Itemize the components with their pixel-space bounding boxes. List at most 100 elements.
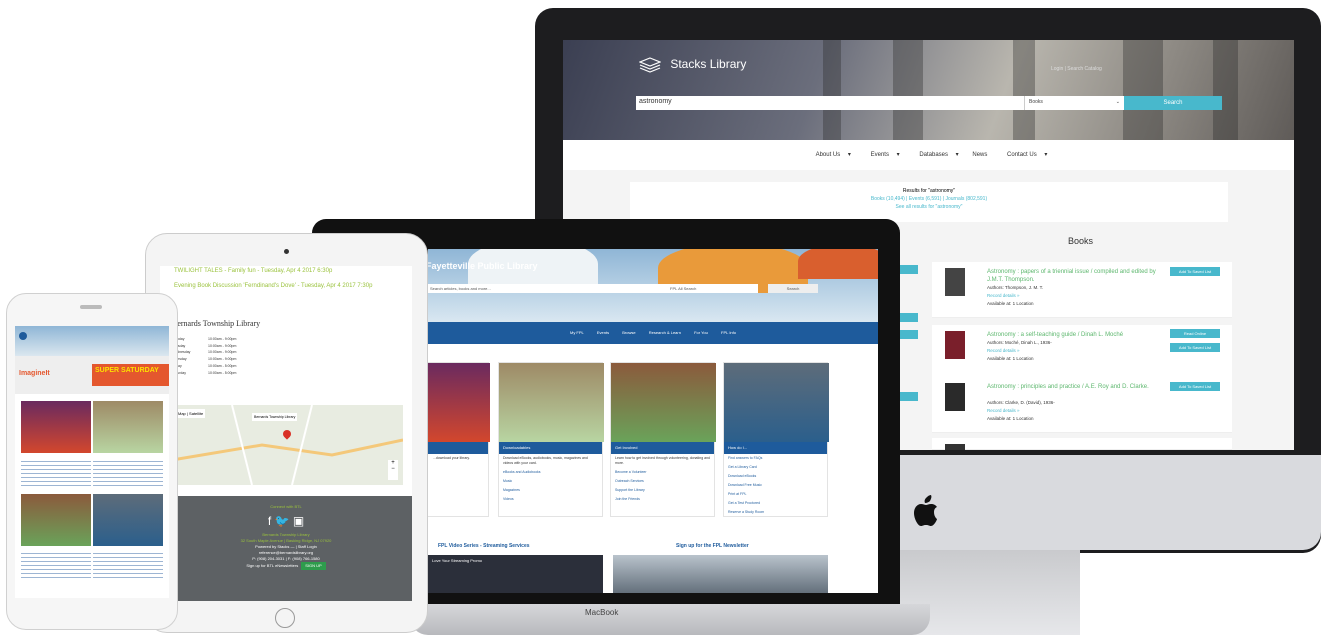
card-link[interactable]: Magazines [499,486,602,495]
record-details-link[interactable]: Record details » [987,293,1020,298]
card-link[interactable]: Find answers to FAQs [724,454,827,463]
book-cover[interactable] [945,331,965,359]
site-title[interactable]: Fayetteville Public Library [428,261,538,271]
newsletter-heading[interactable]: Sign up for the FPL Newsletter [676,543,749,549]
nav-fpl-info[interactable]: FPL Info [721,330,736,335]
book-cover[interactable] [945,268,965,296]
results-all-link[interactable]: See all results for "astronomy" [630,203,1228,211]
info-icon[interactable] [19,332,27,340]
book-cover[interactable] [945,383,965,411]
book-result: Astronomy : papers of a triennial issue … [932,262,1232,318]
search-scope-select[interactable]: FPL All Search [668,284,753,293]
hours-time: 10:00am - 9:00pm [208,343,237,348]
card-link[interactable]: Download Free Music [724,481,827,490]
card-text-lines [21,550,91,578]
nav-label: Contact Us [1007,152,1037,158]
ipad-camera [284,249,289,254]
instagram-icon[interactable]: ▣ [293,514,304,528]
card-link[interactable]: Get a Test Proctored [724,499,827,508]
video-caption: Love Your Streaming Promo [432,558,483,563]
library-name: Bernards Township Library [172,319,261,328]
card-link[interactable]: eBooks and Audiobooks [499,468,602,477]
video-player[interactable]: Love Your Streaming Promo [428,555,603,593]
card-link[interactable]: Join the Friends [611,495,714,504]
banner-text: SUPER SATURDAY [95,367,159,374]
video-heading: FPL Video Series - Streaming Services [438,543,530,549]
add-to-saved-list-button[interactable]: Add To Saved List [1170,267,1220,276]
card-link[interactable]: Download eBooks [724,472,827,481]
card-link[interactable]: Support the Library [611,486,714,495]
macbook-label: MacBook [585,608,619,617]
nav-about[interactable]: About Us ▾ [810,152,851,158]
record-details-link[interactable]: Record details » [987,348,1020,353]
hours-time: 10:00am - 5:00pm [208,363,237,368]
book-result: Astronomy : a self-teaching guide / Dina… [932,325,1232,381]
card-text-lines [93,458,163,486]
card-title[interactable]: Get Involved [611,442,714,454]
add-to-saved-list-button[interactable]: Add To Saved List [1170,343,1220,352]
event-item[interactable]: TWILIGHT TALES - Family fun - Tuesday, A… [174,268,332,274]
search-button[interactable]: Search [1124,96,1222,110]
results-counts[interactable]: Books (10,494) | Events (6,591) | Journa… [630,195,1228,203]
site-logo[interactable]: Stacks Library [638,57,746,73]
feature-thumb[interactable] [93,494,163,546]
nav-events[interactable]: Events [597,330,609,335]
nav-events[interactable]: Events ▾ [865,152,900,158]
zoom-controls[interactable]: + − [388,460,398,480]
chevron-down-icon: ⌄ [1115,99,1120,105]
nav-my-fpl[interactable]: My FPL [570,330,584,335]
card-link[interactable]: Become a Volunteer [611,468,714,477]
nav-contact[interactable]: Contact Us ▾ [1001,152,1047,158]
facebook-icon[interactable]: f [268,514,271,528]
record-details-link[interactable]: Record details » [987,408,1020,413]
feature-card: Downloadables Download eBooks, audiobook… [498,362,604,517]
card-link[interactable]: Reserve a Study Room [724,508,827,517]
nav-browse[interactable]: Browse [622,330,635,335]
event-item[interactable]: Evening Book Discussion 'Ferndinand's Do… [174,283,372,289]
promo-banner[interactable]: ImagineIt SUPER SATURDAY [15,356,169,394]
search-type-select[interactable]: Books ⌄ [1024,96,1124,110]
connect-heading: Connect with BTL [270,504,302,509]
card-link[interactable]: Outreach Services [611,477,714,486]
card-title[interactable]: Downloadables [499,442,602,454]
feature-thumb[interactable] [93,401,163,453]
add-to-saved-list-button[interactable]: Add To Saved List [1170,382,1220,391]
phone-screen: ImagineIt SUPER SATURDAY [15,326,169,598]
main-nav: My FPL Events Browse Research & Learn Fo… [428,322,878,344]
stacks-logo-icon [638,57,662,73]
book-title[interactable]: Astronomy : papers of a triennial issue … [987,268,1167,284]
feature-thumb[interactable] [21,401,91,453]
utility-links[interactable]: Login | Search Catalog [1051,66,1102,72]
read-online-button[interactable]: Read Online [1170,329,1220,338]
card-link[interactable]: Print at FPL [724,490,827,499]
card-title[interactable]: How do I... [724,442,827,454]
feature-thumb[interactable] [21,494,91,546]
card-link[interactable]: Videos [499,495,602,504]
book-title[interactable]: Astronomy : a self-teaching guide / Dina… [987,331,1167,339]
hours-row: Monday 10:00am - 9:00pm [172,336,236,343]
card-link[interactable]: Music [499,477,602,486]
book-cover[interactable] [945,444,965,450]
availability[interactable]: Available at: 1 Location [987,301,1033,306]
signup-button[interactable]: SIGN UP [301,562,326,570]
hero-banner [563,40,1294,140]
nav-databases[interactable]: Databases ▾ [913,152,958,158]
hours-time: 10:00am - 9:00pm [208,337,237,341]
hours-time: 10:00am - 5:00pm [208,370,237,375]
search-input[interactable]: astronomy [636,96,1024,110]
nav-news[interactable]: News [972,152,987,158]
home-button-icon[interactable] [275,608,295,628]
availability[interactable]: Available at: 1 Location [987,416,1033,421]
book-title[interactable]: Astronomy : principles and practice / A.… [987,383,1167,391]
search-button[interactable]: Search [768,284,818,293]
map-tab[interactable]: Map [178,411,186,416]
location-map[interactable]: Map | Satellite Bernards Township Librar… [171,404,404,486]
apple-logo-icon [914,495,937,526]
nav-for-you[interactable]: For You [694,330,708,335]
map-tab[interactable]: Satellite [189,411,203,416]
card-link[interactable]: Get a Library Card [724,463,827,472]
nav-research[interactable]: Research & Learn [649,330,681,335]
availability[interactable]: Available at: 1 Location [987,356,1033,361]
twitter-icon[interactable]: 🐦 [275,514,290,528]
map-type-tabs[interactable]: Map | Satellite [176,409,206,418]
